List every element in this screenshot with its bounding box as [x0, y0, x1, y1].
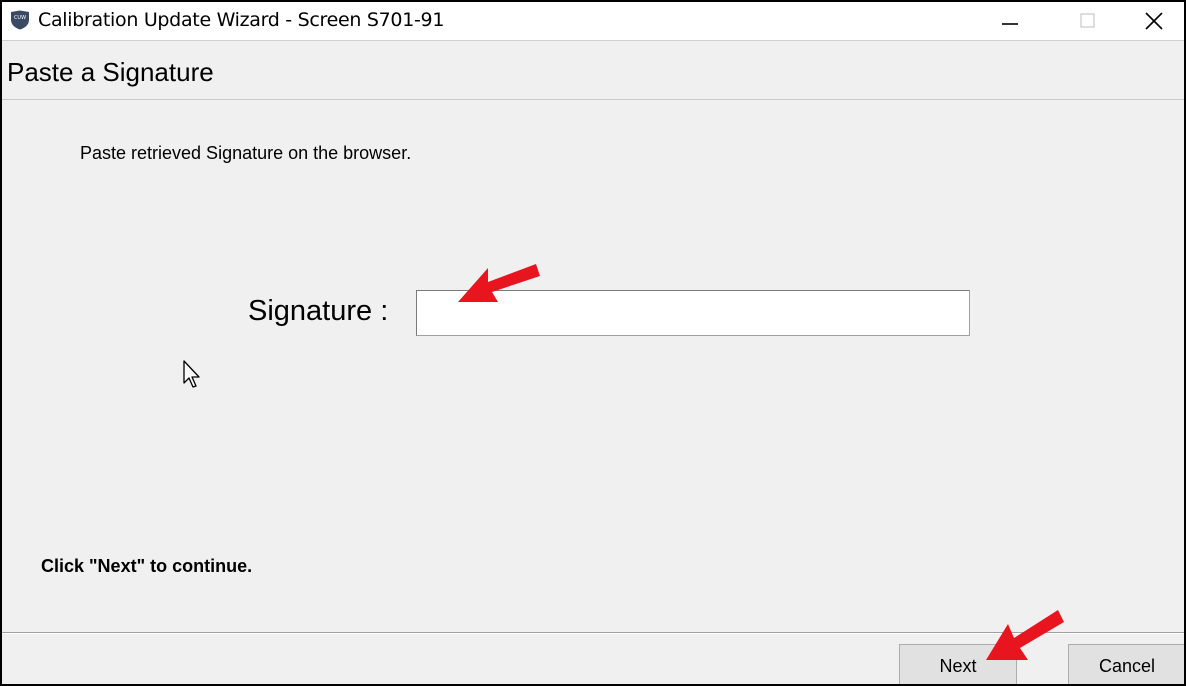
- app-icon-text: CUW: [14, 15, 26, 21]
- close-icon: [1145, 12, 1163, 30]
- shield-icon: CUW: [10, 10, 30, 30]
- signature-label: Signature :: [248, 295, 389, 327]
- annotation-arrow-icon: [986, 610, 1064, 660]
- title-bar[interactable]: CUW Calibration Update Wizard - Screen S…: [2, 2, 1184, 40]
- continue-hint: Click "Next" to continue.: [41, 556, 253, 576]
- close-button[interactable]: [1126, 2, 1182, 40]
- mouse-pointer-icon: [182, 360, 204, 395]
- minimize-button[interactable]: [982, 2, 1038, 40]
- minimize-icon: [1002, 23, 1018, 25]
- wizard-window: CUW Calibration Update Wizard - Screen S…: [0, 0, 1186, 686]
- cancel-button[interactable]: Cancel: [1068, 644, 1184, 684]
- maximize-button[interactable]: [1060, 2, 1116, 40]
- instruction-text: Paste retrieved Signature on the browser…: [80, 143, 412, 163]
- annotation-arrow-icon: [458, 264, 540, 302]
- window-title: Calibration Update Wizard - Screen S701-…: [38, 9, 445, 31]
- page-title: Paste a Signature: [7, 57, 214, 87]
- maximize-icon: [1080, 13, 1095, 28]
